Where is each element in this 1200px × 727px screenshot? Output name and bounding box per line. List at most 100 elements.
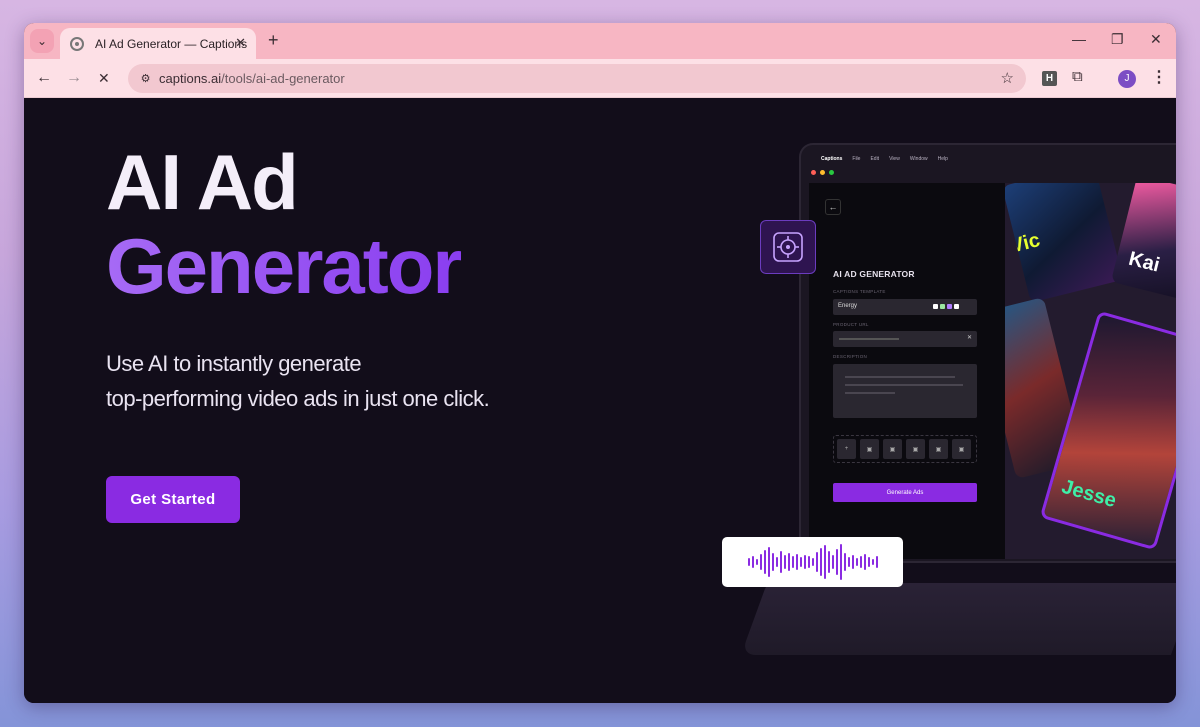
tab-active[interactable]: AI Ad Generator — Captions ✕ [60,28,256,59]
swatch [933,304,938,309]
restore-icon[interactable]: ❐ [1111,31,1124,48]
laptop-mockup: Captions File Edit View Window Help ← AI… [799,143,1176,563]
traffic-yellow-icon [820,170,825,175]
template-label: CAPTIONS TEMPLATE [833,289,886,294]
desc-line [845,392,895,394]
url-placeholder-line [839,338,899,340]
wave-bar [799,557,802,567]
extension-h-icon[interactable]: H [1042,71,1057,86]
chevron-down-icon: ⌄ [36,34,48,48]
wave-bar [787,553,790,571]
traffic-red-icon [811,170,816,175]
wave-bar [875,556,878,568]
stop-loading-icon[interactable]: ✕ [98,68,110,88]
site-info-icon[interactable]: ⚙ [136,69,155,88]
bookmark-star-icon[interactable]: ☆ [1001,69,1014,87]
wave-bar [807,556,810,568]
add-media-icon: + [837,439,856,459]
wave-bar [871,559,874,565]
wave-bar [863,554,866,570]
wave-bar [851,555,854,569]
hero-title-line2: Generator [106,222,463,310]
wave-bar [747,558,750,566]
forward-icon[interactable]: → [66,68,82,88]
wave-bar [831,555,834,569]
tab-search-button[interactable]: ⌄ [30,29,54,53]
minimize-icon[interactable]: — [1072,31,1086,47]
more-menu-icon[interactable]: ⋮ [1151,67,1167,87]
get-started-button[interactable]: Get Started [106,476,240,523]
audio-waveform [722,537,903,587]
name-vic: Vic [1008,229,1043,258]
product-url-label: PRODUCT URL [833,322,869,327]
wave-bar [755,559,758,565]
wave-bar [763,550,766,574]
traffic-green-icon [829,170,834,175]
image-icon: ▣ [952,439,971,459]
close-tab-icon[interactable]: ✕ [235,35,246,51]
profile-avatar[interactable]: J [1118,70,1136,88]
new-tab-button[interactable]: + [268,30,279,50]
tab-title: AI Ad Generator — Captions [95,36,248,51]
extensions-puzzle-icon[interactable]: ⧉ [1072,68,1083,85]
wave-bar [751,556,754,568]
menubar-item: Window [909,156,928,162]
wave-bar [803,555,806,569]
back-arrow-icon: ← [825,199,841,215]
hero-subtitle-line1: Use AI to instantly generate [106,351,362,376]
wave-bar [759,554,762,570]
wave-bar [783,555,786,569]
ad-preview-gallery: Vic Kai Jesse [1005,183,1176,559]
laptop-base [740,583,1176,655]
desc-line [845,384,963,386]
ad-card-kai: Kai [1110,183,1176,302]
wave-bar [823,545,826,579]
menubar-item: Captions [821,156,843,162]
navigation-toolbar: ← → ✕ ⚙ captions.ai/tools/ai-ad-generato… [24,59,1176,98]
mockup-menubar: Captions File Edit View Window Help [811,153,1176,165]
wave-bar [843,553,846,571]
wave-bar [795,554,798,570]
panel-title: AI AD GENERATOR [833,269,915,279]
template-swatches [933,304,959,309]
clear-icon: ✕ [966,335,972,341]
image-icon: ▣ [860,439,879,459]
wave-bar [839,544,842,580]
address-bar[interactable]: ⚙ captions.ai/tools/ai-ad-generator ☆ [128,64,1026,93]
wave-bar [859,556,862,568]
url-domain: captions.ai [159,71,222,86]
wave-bar [775,557,778,567]
swatch [940,304,945,309]
product-url-field: ✕ [833,331,977,347]
menubar-item: Edit [870,156,880,162]
menubar-item: View [889,156,900,162]
template-field: Energy [833,299,977,315]
wave-bar [815,552,818,572]
wave-bar [767,547,770,577]
back-icon[interactable]: ← [36,68,52,88]
close-window-icon[interactable]: ✕ [1150,31,1162,48]
url-path: /tools/ai-ad-generator [221,71,345,86]
generate-ads-button: Generate Ads [833,483,977,502]
window-traffic-lights [811,170,834,175]
media-thumbnails: + ▣ ▣ ▣ ▣ ▣ [833,435,977,463]
image-icon: ▣ [929,439,948,459]
description-label: DESCRIPTION [833,354,868,359]
wave-bar [771,553,774,571]
wave-bar [811,558,814,566]
generator-panel: ← AI AD GENERATOR CAPTIONS TEMPLATE Ener… [809,183,1005,559]
name-kai: Kai [1126,247,1162,277]
ad-card-vic: Vic [1005,183,1124,303]
wave-bar [855,558,858,566]
ai-sparkle-icon [760,220,816,274]
wave-bar [779,551,782,573]
browser-window: ⌄ AI Ad Generator — Captions ✕ + — ❐ ✕ ←… [24,23,1176,703]
favicon-icon [70,36,84,51]
image-icon: ▣ [906,439,925,459]
wave-bar [835,549,838,575]
url-text[interactable]: captions.ai/tools/ai-ad-generator [159,71,345,86]
name-jesse: Jesse [1059,475,1119,513]
wave-bar [847,557,850,567]
wave-bar [867,557,870,567]
image-icon: ▣ [883,439,902,459]
